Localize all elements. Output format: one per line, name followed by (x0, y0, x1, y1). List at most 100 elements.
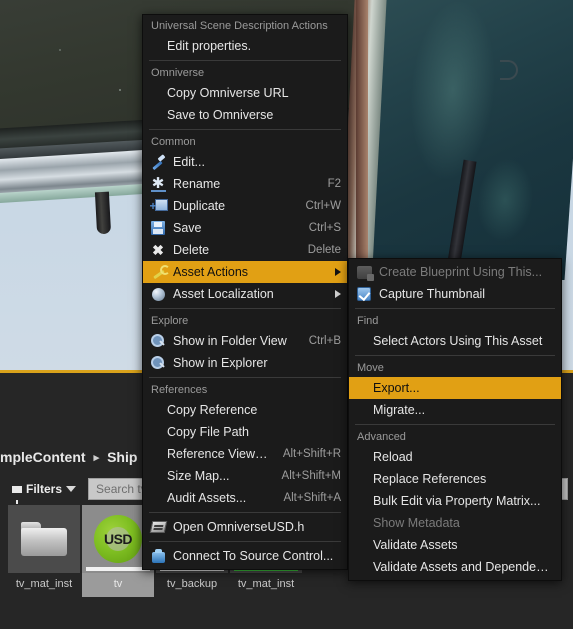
duplicate-icon (149, 198, 168, 214)
asset-label: tv_backup (166, 578, 218, 590)
menu-divider (355, 424, 555, 425)
context-menu[interactable]: Universal Scene Description Actions Edit… (142, 14, 348, 570)
menu-item-shortcut: Ctrl+S (308, 222, 341, 234)
menu-item-connect-to-source-control[interactable]: Connect To Source Control... (143, 545, 347, 567)
submenu-item-validate-assets-dependencies[interactable]: Validate Assets and Dependencies (349, 556, 561, 578)
menu-divider (149, 512, 341, 513)
menu-divider (149, 377, 341, 378)
menu-item-label: Asset Actions (173, 265, 249, 279)
menu-item-label: Replace References (373, 472, 487, 486)
menu-item-label: Delete (173, 243, 210, 257)
menu-item-label: Open OmniverseUSD.h (173, 520, 305, 534)
menu-item-save-to-omniverse[interactable]: Save to Omniverse (143, 104, 347, 126)
submenu-item-bulk-edit-property-matrix[interactable]: Bulk Edit via Property Matrix... (349, 490, 561, 512)
menu-item-shortcut: Alt+Shift+R (282, 448, 341, 460)
menu-item-label: Create Blueprint Using This... (379, 265, 543, 279)
submenu-item-migrate[interactable]: Migrate... (349, 399, 561, 421)
menu-item-shortcut: Alt+Shift+A (283, 492, 341, 504)
menu-divider (355, 355, 555, 356)
menu-section-header-common: Common (151, 136, 196, 148)
menu-item-label: Duplicate (173, 199, 226, 213)
menu-item-open-omniverse-usd-header[interactable]: Open OmniverseUSD.h (143, 516, 347, 538)
asset-label: tv_mat_inst (237, 578, 295, 590)
menu-divider (355, 308, 555, 309)
submenu-arrow-icon (335, 290, 341, 298)
edit-icon (149, 154, 167, 170)
menu-item-copy-omniverse-url[interactable]: Copy Omniverse URL (143, 82, 347, 104)
breadcrumb-item-1[interactable]: Ship (107, 449, 137, 465)
magnifier-icon (149, 355, 167, 371)
tv-model-right-edge-inner (356, 0, 368, 270)
menu-item-show-in-explorer[interactable]: Show in Explorer (143, 352, 347, 374)
submenu-item-capture-thumbnail[interactable]: Capture Thumbnail (349, 283, 561, 305)
menu-item-show-in-folder-view[interactable]: Show in Folder View Ctrl+B (143, 330, 347, 352)
menu-item-label: Show in Explorer (173, 356, 268, 370)
breadcrumb-separator-icon: ▸ (93, 451, 100, 464)
menu-divider (149, 308, 341, 309)
menu-item-label: Edit... (173, 155, 205, 169)
submenu-section-header-advanced: Advanced (357, 431, 406, 443)
menu-item-label: Copy Reference (167, 403, 258, 417)
menu-item-duplicate[interactable]: Duplicate Ctrl+W (143, 195, 347, 217)
menu-section-header-usd: Universal Scene Description Actions (151, 20, 328, 32)
folder-icon (21, 522, 67, 556)
menu-item-delete[interactable]: ✖ Delete Delete (143, 239, 347, 261)
asset-label: tv_mat_inst (15, 578, 73, 590)
menu-item-asset-localization[interactable]: Asset Localization (143, 283, 347, 305)
submenu-arrow-icon (335, 268, 341, 276)
asset-label: tv (113, 578, 123, 590)
menu-item-reference-viewer[interactable]: Reference Viewer... Alt+Shift+R (143, 443, 347, 465)
asset-actions-submenu[interactable]: Create Blueprint Using This... Capture T… (348, 258, 562, 581)
submenu-item-replace-references[interactable]: Replace References (349, 468, 561, 490)
submenu-item-validate-assets[interactable]: Validate Assets (349, 534, 561, 556)
menu-item-shortcut: Delete (307, 244, 341, 256)
magnifier-icon (149, 333, 167, 349)
filters-label: Filters (26, 482, 63, 496)
save-icon (149, 220, 167, 236)
menu-item-label: Size Map... (167, 469, 230, 483)
menu-item-label: Asset Localization (173, 287, 274, 301)
breadcrumb-item-0[interactable]: mpleContent (0, 449, 86, 465)
menu-item-label: Audit Assets... (167, 491, 247, 505)
sphere-icon (149, 286, 167, 302)
menu-item-edit[interactable]: Edit... (143, 151, 347, 173)
menu-item-copy-file-path[interactable]: Copy File Path (143, 421, 347, 443)
search-placeholder-text: Search tv (96, 482, 147, 496)
menu-item-shortcut: Ctrl+B (308, 335, 341, 347)
menu-item-rename[interactable]: ✱ Rename F2 (143, 173, 347, 195)
rename-icon: ✱ (150, 175, 166, 192)
menu-item-edit-properties[interactable]: Edit properties. (143, 35, 347, 57)
usd-logo-text: USD (103, 531, 133, 547)
blueprint-icon (355, 264, 374, 281)
menu-item-label: Select Actors Using This Asset (373, 334, 543, 348)
submenu-item-show-metadata: Show Metadata (349, 512, 561, 534)
asset-tile-folder[interactable]: tv_mat_inst (8, 505, 80, 597)
submenu-item-export[interactable]: Export... (349, 377, 561, 399)
submenu-section-header-move: Move (357, 362, 384, 374)
tv-model-right-sheen (380, 0, 560, 260)
menu-divider (149, 541, 341, 542)
checkbox-icon (355, 286, 373, 302)
submenu-item-reload[interactable]: Reload (349, 446, 561, 468)
menu-item-label: Edit properties. (167, 39, 252, 53)
menu-divider (149, 60, 341, 61)
menu-item-shortcut: Ctrl+W (305, 200, 341, 212)
filters-button[interactable]: Filters (8, 480, 80, 504)
menu-item-audit-assets[interactable]: Audit Assets... Alt+Shift+A (143, 487, 347, 509)
menu-item-size-map[interactable]: Size Map... Alt+Shift+M (143, 465, 347, 487)
menu-item-save[interactable]: Save Ctrl+S (143, 217, 347, 239)
menu-item-copy-reference[interactable]: Copy Reference (143, 399, 347, 421)
menu-item-label: Save to Omniverse (167, 108, 274, 122)
menu-item-label: Show in Folder View (173, 334, 287, 348)
menu-item-label: Show Metadata (373, 516, 460, 530)
menu-item-shortcut: F2 (327, 178, 341, 190)
menu-section-header-explore: Explore (151, 315, 189, 327)
menu-item-label: Copy Omniverse URL (167, 86, 289, 100)
menu-section-header-omniverse: Omniverse (151, 67, 205, 79)
submenu-item-select-actors[interactable]: Select Actors Using This Asset (349, 330, 561, 352)
usd-logo-icon: USD (94, 515, 142, 563)
menu-item-asset-actions[interactable]: Asset Actions (143, 261, 347, 283)
menu-item-label: Reload (373, 450, 413, 464)
menu-item-label: Save (173, 221, 202, 235)
asset-type-bar (86, 567, 150, 571)
